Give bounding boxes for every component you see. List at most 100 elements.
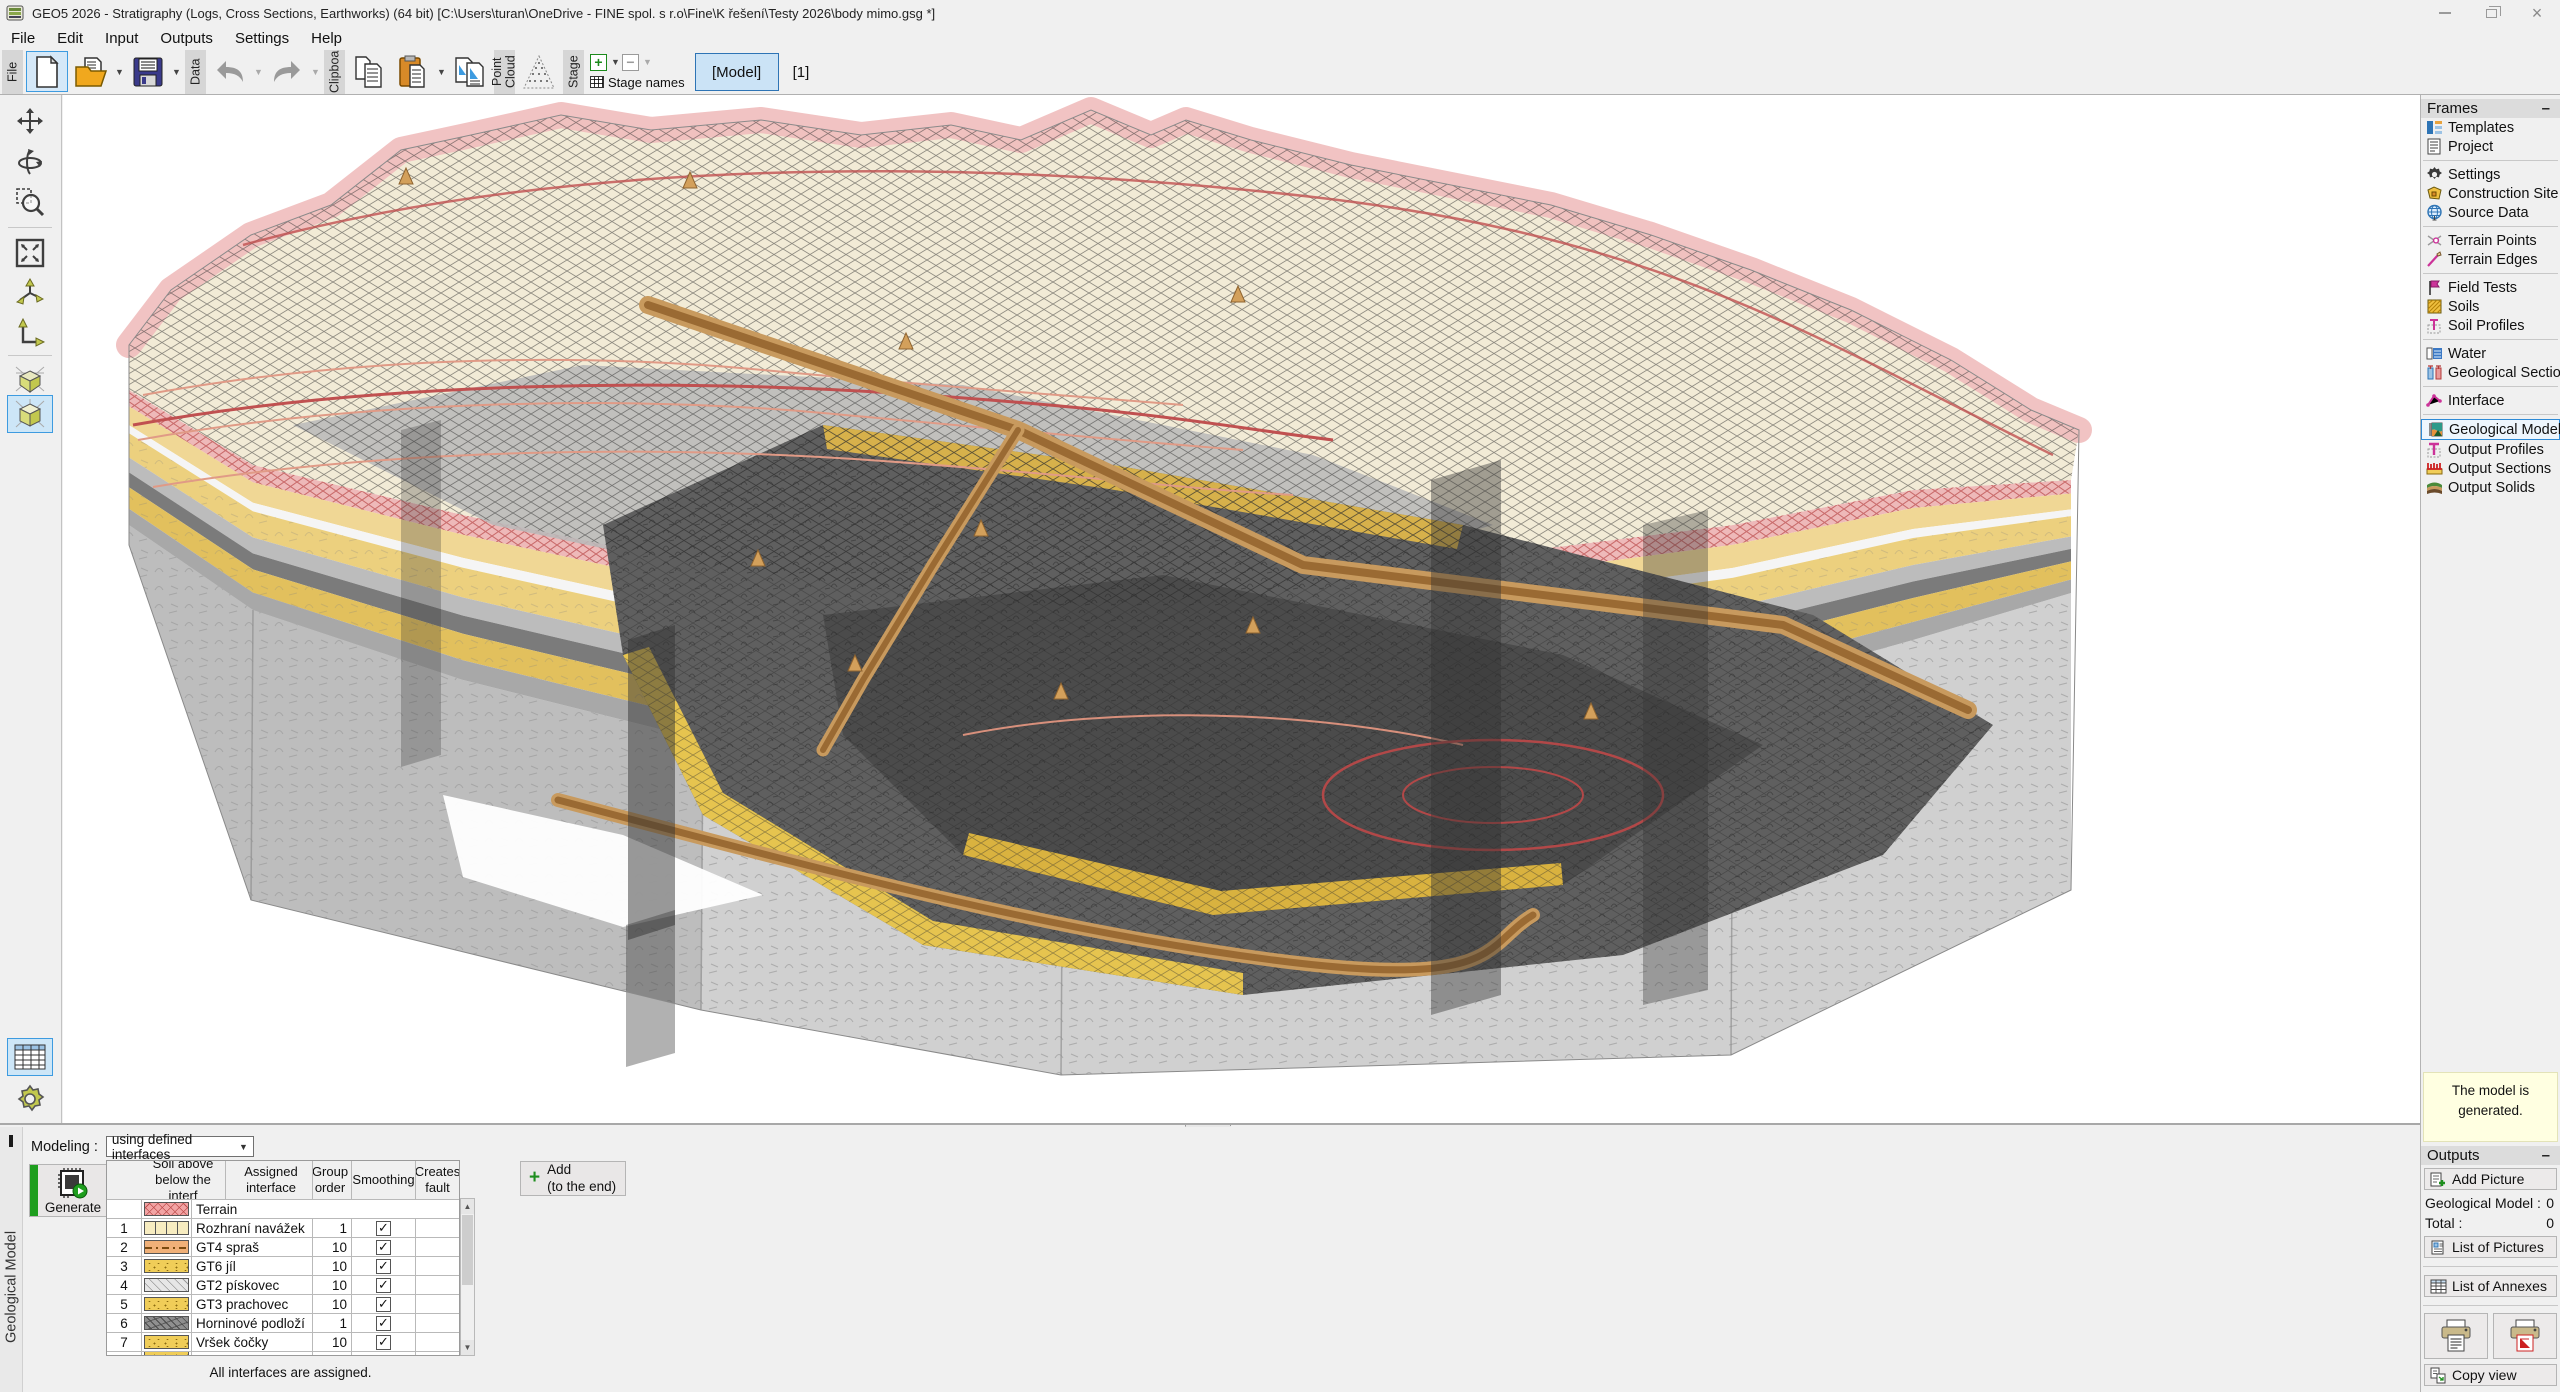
frames-collapse-button[interactable]: – bbox=[2538, 100, 2554, 117]
undo-button[interactable] bbox=[209, 51, 251, 92]
view-2d-axes-button[interactable] bbox=[7, 314, 53, 352]
status-message-box: The model is generated. bbox=[2423, 1072, 2558, 1142]
sidebar-item-soil-profiles[interactable]: Soil Profiles bbox=[2421, 316, 2560, 335]
water-icon bbox=[2426, 345, 2443, 362]
print-annex-button[interactable] bbox=[2493, 1313, 2557, 1359]
new-file-button[interactable] bbox=[26, 51, 68, 92]
table-row-6[interactable]: 6 Horninové podloží 1 ✓ bbox=[107, 1313, 459, 1332]
remove-stage-dropdown-arrow[interactable]: ▼ bbox=[641, 57, 654, 67]
sidebar-item-geological-model[interactable]: Geological Model bbox=[2421, 419, 2560, 440]
outputs-collapse-button[interactable]: – bbox=[2538, 1147, 2554, 1164]
new-file-icon bbox=[32, 55, 62, 89]
remove-stage-button[interactable]: − bbox=[622, 54, 639, 71]
frame-collapse-handle[interactable] bbox=[9, 1135, 13, 1147]
soil-swatch bbox=[144, 1316, 189, 1330]
scroll-down-arrow[interactable]: ▼ bbox=[461, 1340, 474, 1355]
paste-button[interactable] bbox=[392, 51, 434, 92]
perspective-view-button[interactable] bbox=[7, 361, 53, 399]
sidebar-item-templates[interactable]: Templates bbox=[2421, 118, 2560, 137]
save-dropdown-arrow[interactable]: ▼ bbox=[170, 50, 183, 94]
redo-dropdown-arrow[interactable]: ▼ bbox=[309, 50, 322, 94]
sidebar-item-field-tests[interactable]: Field Tests bbox=[2421, 278, 2560, 297]
modeling-select[interactable]: using defined interfaces ▼ bbox=[106, 1136, 254, 1157]
stage-names-icon bbox=[590, 76, 604, 88]
smoothing-checkbox[interactable]: ✓ bbox=[376, 1335, 391, 1350]
table-row-terrain[interactable]: Terrain bbox=[107, 1199, 459, 1218]
undo-dropdown-arrow[interactable]: ▼ bbox=[252, 50, 265, 94]
view-3d-axes-button[interactable] bbox=[7, 274, 53, 312]
close-button[interactable]: × bbox=[2514, 0, 2560, 26]
list-of-annexes-button[interactable]: List of Annexes bbox=[2424, 1275, 2557, 1297]
model-stage-button[interactable]: [Model] bbox=[695, 53, 779, 91]
table-row-1[interactable]: 1 Rozhraní navážek 1 ✓ bbox=[107, 1218, 459, 1237]
paste-dropdown-arrow[interactable]: ▼ bbox=[435, 50, 448, 94]
smoothing-checkbox[interactable]: ✓ bbox=[376, 1278, 391, 1293]
geological-model-frame: Geological Model Modeling : using define… bbox=[0, 1127, 2420, 1392]
printer-icon bbox=[2438, 1318, 2474, 1354]
menu-outputs[interactable]: Outputs bbox=[149, 28, 224, 49]
copy-button[interactable] bbox=[348, 51, 390, 92]
restore-button[interactable] bbox=[2468, 0, 2514, 26]
redo-button[interactable] bbox=[266, 51, 308, 92]
menu-input[interactable]: Input bbox=[94, 28, 149, 49]
smoothing-checkbox[interactable]: ✓ bbox=[376, 1297, 391, 1312]
sidebar-item-construction-site[interactable]: Construction Site bbox=[2421, 184, 2560, 203]
sidebar-item-water[interactable]: Water bbox=[2421, 344, 2560, 363]
save-button[interactable] bbox=[127, 51, 169, 92]
menu-settings[interactable]: Settings bbox=[224, 28, 300, 49]
sidebar-item-terrain-edges[interactable]: Terrain Edges bbox=[2421, 250, 2560, 269]
table-row-5[interactable]: 5 GT3 prachovec 10 ✓ bbox=[107, 1294, 459, 1313]
axonometric-view-button[interactable] bbox=[7, 395, 53, 433]
sidebar-item-geological-sections[interactable]: Geological Sections bbox=[2421, 363, 2560, 382]
menu-help[interactable]: Help bbox=[300, 28, 353, 49]
sidebar-item-output-sections[interactable]: Output Sections bbox=[2421, 459, 2560, 478]
smoothing-checkbox[interactable]: ✓ bbox=[376, 1240, 391, 1255]
table-footer-message: All interfaces are assigned. bbox=[106, 1365, 475, 1380]
sidebar-item-interface[interactable]: Interface bbox=[2421, 391, 2560, 410]
sidebar-item-output-profiles[interactable]: Output Profiles bbox=[2421, 440, 2560, 459]
scrollbar-thumb[interactable] bbox=[462, 1215, 473, 1285]
rotate-button[interactable] bbox=[7, 143, 53, 181]
table-view-button[interactable] bbox=[7, 1038, 53, 1076]
menu-edit[interactable]: Edit bbox=[46, 28, 94, 49]
smoothing-checkbox[interactable]: ✓ bbox=[376, 1221, 391, 1236]
scroll-up-arrow[interactable]: ▲ bbox=[461, 1199, 474, 1214]
sidebar-item-terrain-points[interactable]: Terrain Points bbox=[2421, 231, 2560, 250]
table-scrollbar[interactable]: ▲ ▼ bbox=[460, 1198, 475, 1356]
stage-tab-1[interactable]: [1] bbox=[779, 50, 824, 94]
copy-picture-icon bbox=[453, 55, 487, 89]
point-cloud-button[interactable] bbox=[518, 51, 560, 92]
copy-picture-button[interactable] bbox=[449, 51, 491, 92]
copy-view-button[interactable]: Copy view bbox=[2424, 1364, 2557, 1386]
settings-gear-button[interactable] bbox=[7, 1080, 53, 1118]
pan-button[interactable] bbox=[7, 103, 53, 141]
table-row-3[interactable]: 3 GT6 jíl 10 ✓ bbox=[107, 1256, 459, 1275]
3d-model-viewport[interactable] bbox=[63, 95, 2420, 1123]
zoom-window-button[interactable] bbox=[7, 183, 53, 221]
list-of-pictures-button[interactable]: List of Pictures bbox=[2424, 1236, 2557, 1258]
sidebar-item-soils[interactable]: Soils bbox=[2421, 297, 2560, 316]
stage-names-button[interactable]: Stage names bbox=[608, 75, 685, 90]
zoom-fit-button[interactable] bbox=[7, 234, 53, 272]
redo-icon bbox=[270, 59, 304, 85]
smoothing-checkbox[interactable]: ✓ bbox=[376, 1259, 391, 1274]
open-dropdown-arrow[interactable]: ▼ bbox=[113, 50, 126, 94]
table-row-2[interactable]: 2 GT4 spraš 10 ✓ bbox=[107, 1237, 459, 1256]
open-file-button[interactable] bbox=[70, 51, 112, 92]
sidebar-item-project[interactable]: Project bbox=[2421, 137, 2560, 156]
smoothing-checkbox[interactable]: ✓ bbox=[376, 1316, 391, 1331]
geological-model-icon bbox=[2427, 421, 2444, 438]
generate-button[interactable]: Generate bbox=[29, 1164, 117, 1217]
add-picture-button[interactable]: Add Picture bbox=[2424, 1168, 2557, 1190]
minimize-button[interactable] bbox=[2422, 0, 2468, 26]
print-document-button[interactable] bbox=[2424, 1313, 2488, 1359]
table-row-7[interactable]: 7 Vršek čočky 10 ✓ bbox=[107, 1332, 459, 1351]
sidebar-item-output-solids[interactable]: Output Solids bbox=[2421, 478, 2560, 497]
sidebar-item-source-data[interactable]: Source Data bbox=[2421, 203, 2560, 222]
add-to-end-button[interactable]: + Add(to the end) bbox=[520, 1161, 626, 1196]
add-stage-button[interactable]: + bbox=[590, 54, 607, 71]
table-row-4[interactable]: 4 GT2 pískovec 10 ✓ bbox=[107, 1275, 459, 1294]
menu-file[interactable]: File bbox=[0, 28, 46, 49]
add-stage-dropdown-arrow[interactable]: ▼ bbox=[609, 57, 622, 67]
sidebar-item-settings[interactable]: Settings bbox=[2421, 165, 2560, 184]
